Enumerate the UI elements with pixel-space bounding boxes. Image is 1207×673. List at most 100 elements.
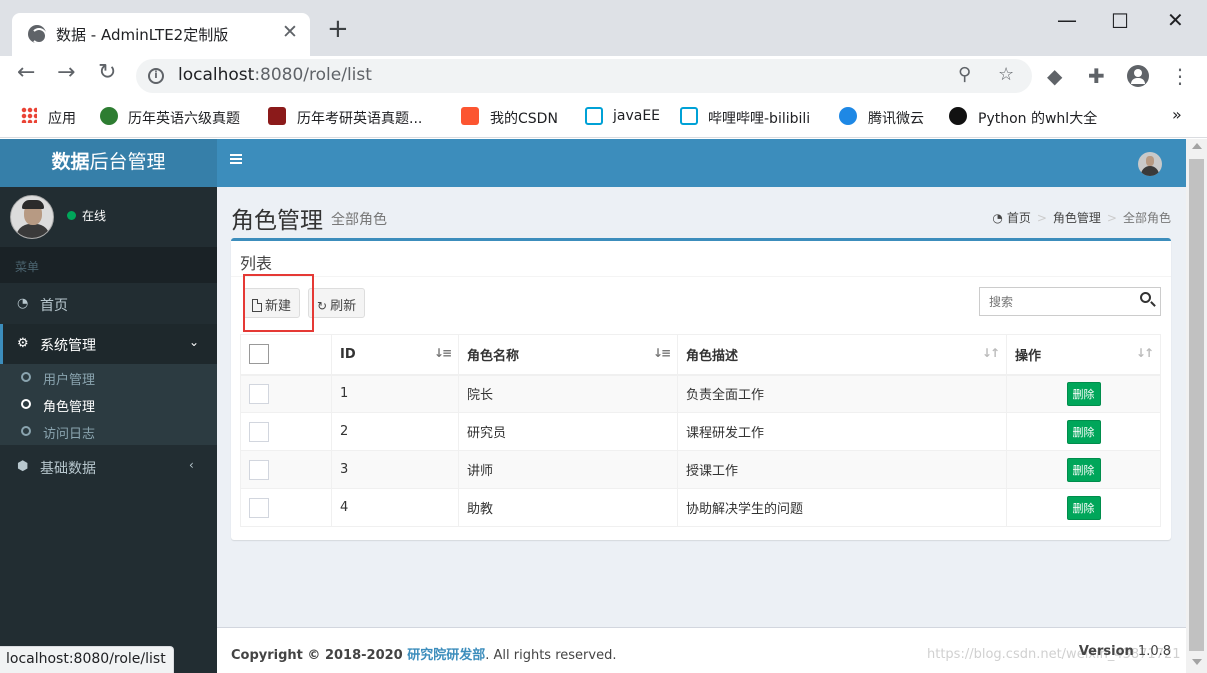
bookmark-cet6[interactable]: 历年英语六级真题	[128, 108, 240, 128]
footer: Copyright © 2018-2020 研究院研发部. All rights…	[217, 627, 1186, 673]
browser-toolbar: ← → ↻ i localhost:8080/role/list ⚲ ☆ ◆ ✚…	[0, 56, 1207, 96]
copyright: Copyright © 2018-2020 研究院研发部. All rights…	[231, 648, 617, 663]
bookmarks-bar: 应用 历年英语六级真题 历年考研英语真题... 我的CSDN javaEE 哔哩…	[0, 96, 1207, 138]
page-subtitle: 全部角色	[331, 212, 387, 228]
tab-close-icon[interactable]: ✕	[282, 21, 298, 43]
weiyun-icon	[839, 107, 857, 125]
window-close-icon[interactable]: ✕	[1167, 8, 1184, 32]
bookmark-csdn[interactable]: 我的CSDN	[490, 108, 558, 128]
table-row: 2 研究员 课程研发工作 删除	[240, 412, 1161, 451]
sort-icon[interactable]: ↓≡	[653, 346, 671, 360]
search-icon[interactable]	[1140, 292, 1151, 303]
info-icon[interactable]: i	[148, 68, 164, 84]
bookmarks-more[interactable]: »	[1172, 105, 1182, 124]
menu-header: 菜单	[0, 247, 217, 283]
top-navbar	[217, 139, 1186, 187]
address-bar[interactable]: i localhost:8080/role/list ⚲ ☆	[136, 59, 1032, 93]
zoom-icon[interactable]: ⚲	[958, 64, 971, 85]
forward-icon[interactable]: →	[57, 62, 75, 84]
sidebar-item-home[interactable]: ◔ 首页	[0, 284, 217, 324]
column-header-desc[interactable]: 角色描述 ↓↑	[677, 334, 1007, 376]
extension-gem-icon[interactable]: ◆	[1047, 64, 1062, 88]
sidebar-item-system[interactable]: ⚙ 系统管理 ⌄	[0, 324, 217, 364]
circle-icon	[21, 372, 31, 382]
apps-icon[interactable]	[21, 107, 37, 123]
column-header-action[interactable]: 操作 ↓↑	[1006, 334, 1161, 376]
column-header-id[interactable]: ID ↓≡	[331, 334, 459, 376]
bookmark-kaoyan[interactable]: 历年考研英语真题...	[297, 108, 422, 128]
scroll-thumb[interactable]	[1189, 159, 1204, 651]
app-logo[interactable]: 数据后台管理	[0, 139, 217, 187]
sidebar-toggle-icon[interactable]	[230, 154, 242, 164]
breadcrumb-home[interactable]: 首页	[1007, 211, 1031, 225]
list-box: 列表 新建 ↻刷新 ID↓≡ 角色名称↓≡ 角色描述↓↑ 操作↓↑	[231, 238, 1171, 540]
menu-kebab-icon[interactable]: ⋮	[1170, 64, 1190, 88]
csdn-icon	[461, 107, 479, 125]
row-checkbox[interactable]	[249, 497, 269, 518]
minimize-icon[interactable]: —	[1057, 8, 1077, 32]
breadcrumb-roles[interactable]: 角色管理	[1053, 211, 1101, 225]
version: Version 1.0.8	[1078, 644, 1171, 659]
star-icon[interactable]: ☆	[998, 64, 1014, 85]
delete-button[interactable]: 删除	[1066, 495, 1101, 520]
row-checkbox[interactable]	[249, 383, 269, 404]
system-submenu: 用户管理 角色管理 访问日志	[0, 364, 217, 445]
profile-icon[interactable]	[1127, 65, 1149, 87]
box-title: 列表	[240, 254, 273, 273]
bookmark-javaee[interactable]: javaEE	[613, 108, 660, 124]
cell-desc: 负责全面工作	[677, 374, 1007, 413]
scroll-up-icon[interactable]	[1192, 143, 1202, 149]
scroll-down-icon[interactable]	[1192, 659, 1202, 665]
online-status-icon	[67, 211, 76, 220]
user-avatar-small[interactable]	[1138, 152, 1162, 176]
back-icon[interactable]: ←	[17, 62, 35, 84]
column-header-name[interactable]: 角色名称 ↓≡	[458, 334, 678, 376]
delete-button[interactable]: 删除	[1066, 381, 1101, 406]
bookmark-weiyun[interactable]: 腾讯微云	[868, 108, 924, 128]
cell-id: 4	[331, 488, 459, 527]
sidebar: 在线 菜单 ◔ 首页 ⚙ 系统管理 ⌄ 用户管理 角色管理 访问日志 ⬢ 基础数…	[0, 187, 217, 673]
search-input[interactable]	[980, 288, 1130, 315]
page-scrollbar[interactable]	[1186, 139, 1207, 673]
browser-tab[interactable]: 数据 - AdminLTE2定制版 ✕	[12, 13, 310, 56]
org-link[interactable]: 研究院研发部	[407, 648, 485, 663]
row-checkbox[interactable]	[249, 459, 269, 480]
url-text: localhost:8080/role/list	[178, 65, 372, 85]
cell-id: 3	[331, 450, 459, 489]
dashboard-icon: ◔	[17, 296, 29, 311]
sidebar-item-basic-data[interactable]: ⬢ 基础数据 ‹	[0, 447, 217, 487]
status-bar: localhost:8080/role/list	[0, 646, 174, 673]
breadcrumb-current: 全部角色	[1122, 211, 1171, 225]
sidebar-item-users[interactable]: 用户管理	[0, 364, 217, 391]
delete-button[interactable]: 删除	[1066, 419, 1101, 444]
row-checkbox[interactable]	[249, 421, 269, 442]
puzzle-icon[interactable]: ✚	[1088, 64, 1105, 88]
select-all-header	[240, 334, 332, 376]
circle-icon	[21, 426, 31, 436]
breadcrumb: ◔ 首页 > 角色管理 > 全部角色	[992, 211, 1171, 225]
refresh-button[interactable]: ↻ 刷新	[308, 288, 366, 318]
sort-icon[interactable]: ↓↑	[982, 346, 1000, 360]
maximize-icon[interactable]: ☐	[1111, 9, 1129, 33]
roles-table: ID ↓≡ 角色名称 ↓≡ 角色描述 ↓↑ 操作 ↓↑ 1 院长 负责全面工作 删除 2	[240, 334, 1161, 527]
sort-icon[interactable]: ↓↑	[1136, 346, 1154, 360]
cell-desc: 协助解决学生的问题	[677, 488, 1007, 527]
sort-asc-icon[interactable]: ↓≡	[434, 346, 452, 360]
delete-button[interactable]: 删除	[1066, 457, 1101, 482]
table-row: 4 助教 协助解决学生的问题 删除	[240, 488, 1161, 527]
search-box	[979, 287, 1161, 316]
select-all-checkbox[interactable]	[249, 344, 269, 365]
sidebar-item-roles[interactable]: 角色管理	[0, 391, 217, 418]
bookmark-python-whl[interactable]: Python 的whl大全	[978, 108, 1097, 128]
chevron-left-icon: ‹	[189, 458, 194, 472]
cell-name: 研究员	[458, 412, 678, 451]
refresh-icon: ↻	[317, 299, 328, 313]
reload-icon[interactable]: ↻	[98, 62, 116, 84]
sidebar-item-logs[interactable]: 访问日志	[0, 418, 217, 445]
bookmark-apps[interactable]: 应用	[48, 108, 76, 128]
cell-name: 讲师	[458, 450, 678, 489]
admin-app: 数据后台管理 在线 菜单 ◔ 首页 ⚙ 系统管理 ⌄ 用户管理 角色管理 访问日…	[0, 139, 1186, 673]
bookmark-bilibili[interactable]: 哔哩哔哩-bilibili	[708, 108, 810, 128]
dashboard-icon: ◔	[992, 211, 1003, 225]
new-tab-button[interactable]: +	[327, 16, 349, 42]
